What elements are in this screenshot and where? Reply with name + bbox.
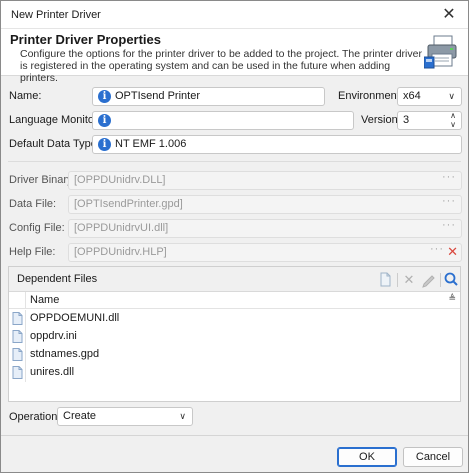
name-label: Name: <box>9 90 42 102</box>
name-field[interactable]: i OPTIsend Printer <box>92 87 325 106</box>
delete-icon[interactable]: ✕ <box>400 271 418 288</box>
file-icon <box>12 348 23 361</box>
cancel-button[interactable]: Cancel <box>403 447 463 467</box>
header-title: Printer Driver Properties <box>10 32 162 47</box>
new-printer-driver-dialog: New Printer Driver ✕ Printer Driver Prop… <box>0 0 469 473</box>
header-banner: Printer Driver Properties Configure the … <box>1 29 468 84</box>
config-file-value: [OPPDUnidrvUI.dll] <box>74 222 169 234</box>
dependent-files-toolbar: Dependent Files ✕ <box>9 267 460 292</box>
file-icon <box>12 312 23 325</box>
dependent-files-title: Dependent Files <box>17 273 98 285</box>
help-file-value: [OPPDUnidrv.HLP] <box>74 246 167 258</box>
file-name: OPPDOEMUNI.dll <box>30 312 120 324</box>
clear-icon[interactable]: ✕ <box>447 243 458 260</box>
version-value: 3 <box>403 114 410 126</box>
browse-icon[interactable]: ··· <box>442 193 456 210</box>
info-icon: i <box>98 114 111 127</box>
data-file-value: [OPTIsendPrinter.gpd] <box>74 198 183 210</box>
new-file-icon[interactable] <box>376 271 394 288</box>
grid-header: Name ≜ <box>9 292 460 309</box>
file-icon <box>12 330 23 343</box>
info-icon: i <box>98 138 111 151</box>
help-file-label: Help File: <box>9 246 56 258</box>
driver-binary-field[interactable]: [OPPDUnidrv.DLL] ··· <box>68 171 462 190</box>
driver-binary-value: [OPPDUnidrv.DLL] <box>74 174 166 186</box>
config-file-field[interactable]: [OPPDUnidrvUI.dll] ··· <box>68 219 462 238</box>
sort-icon[interactable]: ≜ <box>448 293 456 304</box>
dialog-footer: OK Cancel <box>1 435 468 472</box>
toolbar-separator <box>440 273 441 287</box>
chevron-down-icon: ∨ <box>448 91 455 101</box>
default-data-type-label: Default Data Type: <box>9 138 100 150</box>
window-title: New Printer Driver <box>11 9 101 21</box>
driver-binary-label: Driver Binary: <box>9 174 76 186</box>
list-item[interactable]: stdnames.gpd <box>9 346 460 364</box>
browse-icon[interactable]: ··· <box>442 169 456 186</box>
browse-icon[interactable]: ··· <box>442 217 456 234</box>
environment-dropdown[interactable]: x64 ∨ <box>397 87 462 106</box>
operation-value: Create <box>63 410 97 422</box>
help-file-field[interactable]: [OPPDUnidrv.HLP] ··· ✕ <box>68 243 462 262</box>
chevron-down-icon: ∨ <box>179 411 186 421</box>
grid-gutter <box>9 292 26 309</box>
info-icon: i <box>98 90 111 103</box>
default-data-type-value: NT EMF 1.006 <box>115 138 187 150</box>
language-monitor-field[interactable]: i <box>92 111 354 130</box>
search-icon[interactable] <box>442 271 460 288</box>
divider <box>8 161 461 162</box>
browse-icon[interactable]: ··· <box>430 241 444 258</box>
list-item[interactable]: OPPDOEMUNI.dll <box>9 310 460 328</box>
file-name: oppdrv.ini <box>30 330 77 342</box>
list-item[interactable]: unires.dll <box>9 364 460 382</box>
edit-icon[interactable] <box>420 271 438 288</box>
data-file-label: Data File: <box>9 198 57 210</box>
default-data-type-field[interactable]: i NT EMF 1.006 <box>92 135 462 154</box>
file-name: stdnames.gpd <box>30 348 100 360</box>
data-file-field[interactable]: [OPTIsendPrinter.gpd] ··· <box>68 195 462 214</box>
header-description: Configure the options for the printer dr… <box>20 48 422 84</box>
printer-driver-icon <box>424 35 457 69</box>
operation-dropdown[interactable]: Create ∨ <box>57 407 193 426</box>
close-icon[interactable]: ✕ <box>436 4 462 26</box>
dependent-files-panel: Dependent Files ✕ Name ≜ OPPDOEMUNI.dll … <box>8 266 461 402</box>
config-file-label: Config File: <box>9 222 65 234</box>
toolbar-separator <box>397 273 398 287</box>
file-name: unires.dll <box>30 366 75 378</box>
column-header-name[interactable]: Name <box>30 294 59 306</box>
version-stepper[interactable]: 3 ∧ ∨ <box>397 111 462 130</box>
list-item[interactable]: oppdrv.ini <box>9 328 460 346</box>
file-icon <box>12 366 23 379</box>
version-label: Version: <box>361 114 401 126</box>
operation-label: Operation: <box>9 411 61 423</box>
spin-arrows-icon[interactable]: ∧ ∨ <box>448 111 458 129</box>
environment-label: Environment: <box>338 90 403 102</box>
title-bar: New Printer Driver ✕ <box>1 1 468 29</box>
language-monitor-label: Language Monitor: <box>9 114 101 126</box>
name-value: OPTIsend Printer <box>115 90 200 102</box>
environment-value: x64 <box>403 90 421 102</box>
ok-button[interactable]: OK <box>337 447 397 467</box>
